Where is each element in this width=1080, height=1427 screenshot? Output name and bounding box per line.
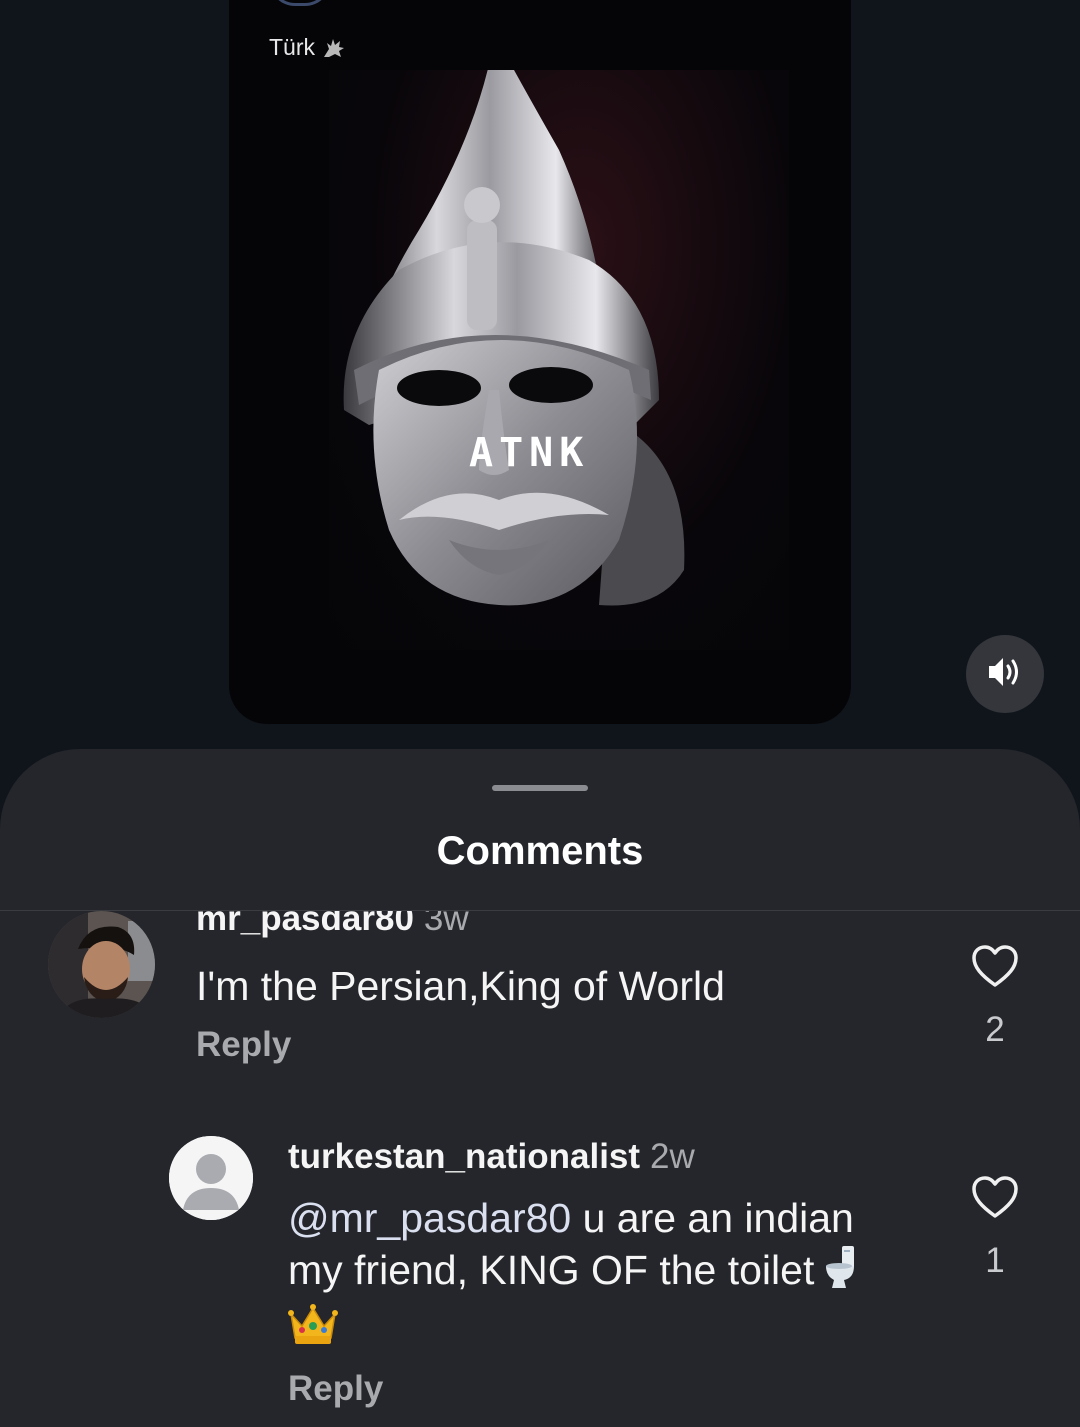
sheet-title: Comments	[436, 829, 644, 873]
like-button[interactable]	[967, 940, 1023, 996]
reply-button[interactable]: Reply	[288, 1369, 383, 1409]
toilet-emoji-icon	[824, 1244, 858, 1302]
heart-icon	[971, 944, 1019, 993]
reel-card[interactable]: Türk ATNK	[229, 0, 851, 724]
comment-username[interactable]: turkestan_nationalist	[288, 1137, 640, 1177]
volume-icon	[987, 655, 1023, 694]
comment-item: mr_pasdar80 3w I'm the Persian,King of W…	[0, 911, 1080, 1129]
volume-button[interactable]	[966, 635, 1044, 713]
reel-overlay-text: ATNK	[469, 430, 590, 476]
like-count: 2	[985, 1010, 1005, 1049]
comments-sheet: Comments mr_pasdar80 3w I'm the Persian,…	[0, 749, 1080, 1427]
comment-text: @mr_pasdar80 u are an indian my friend, …	[288, 1193, 938, 1358]
reel-author-avatar[interactable]	[269, 0, 331, 6]
avatar[interactable]	[169, 1136, 253, 1220]
reel-caption-text: Türk	[269, 34, 315, 60]
like-count: 1	[985, 1241, 1005, 1280]
avatar[interactable]	[48, 911, 155, 1018]
comment-text-line2: my friend, KING OF the toilet	[288, 1246, 815, 1293]
sheet-drag-handle[interactable]	[492, 785, 588, 791]
comments-list[interactable]: mr_pasdar80 3w I'm the Persian,King of W…	[0, 911, 1080, 1427]
heart-icon	[971, 1175, 1019, 1224]
comment-text: I'm the Persian,King of World	[196, 963, 725, 1009]
mention-link[interactable]: @mr_pasdar80	[288, 1195, 571, 1241]
comment-timestamp: 3w	[423, 911, 469, 938]
crown-emoji-icon	[288, 1302, 338, 1358]
reel-video[interactable]	[329, 70, 789, 650]
comment-item: turkestan_nationalist 2w @mr_pasdar80 u …	[0, 1131, 1080, 1427]
reel-caption: Türk	[269, 34, 347, 61]
comment-username[interactable]: mr_pasdar80	[196, 911, 414, 939]
like-button[interactable]	[967, 1171, 1023, 1227]
reply-button[interactable]: Reply	[196, 1025, 291, 1065]
comment-timestamp: 2w	[650, 1137, 695, 1176]
wolf-icon	[321, 35, 347, 61]
screen: Türk ATNK Comments mr_pasdar80 3w I'm th…	[0, 0, 1080, 1427]
comment-text-line1: u are an indian	[571, 1195, 854, 1241]
